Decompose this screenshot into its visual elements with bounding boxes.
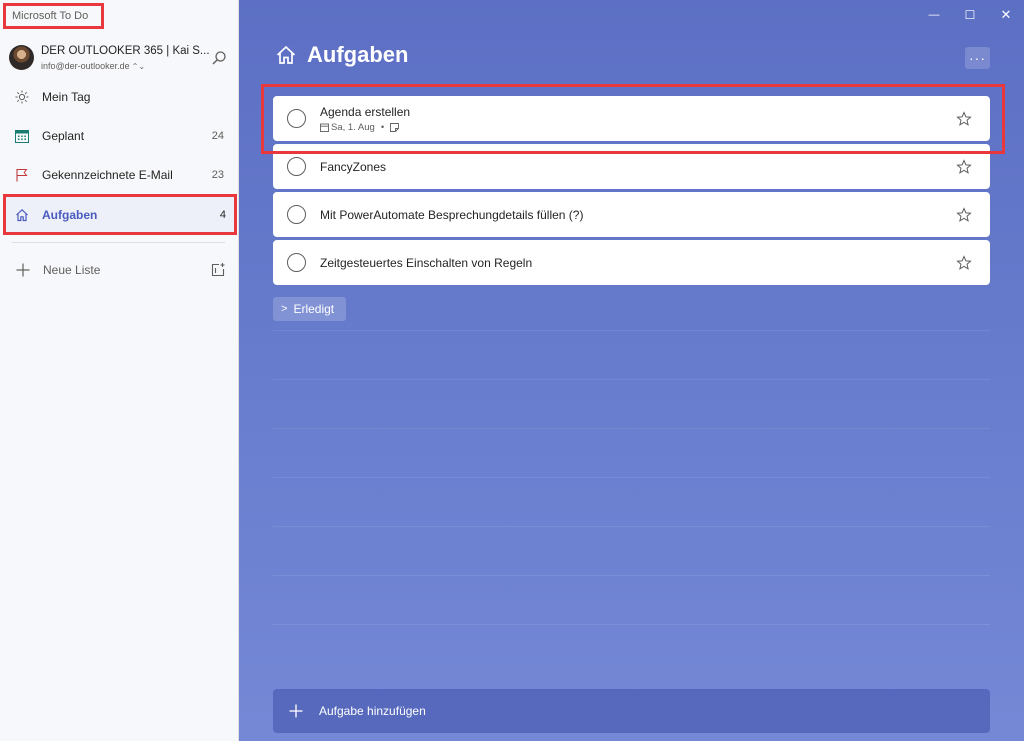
main-panel: — ☐ ✕ Aufgaben ··· Agenda erstellen Sa, … (239, 0, 1024, 741)
account-email-row: info@der-outlooker.de ⌃⌄ (41, 61, 145, 71)
sidebar-item-count: 4 (219, 208, 226, 221)
star-icon[interactable] (956, 254, 972, 271)
task-item[interactable]: Mit PowerAutomate Besprechungdetails fül… (273, 192, 990, 237)
list-header: Aufgaben (275, 42, 408, 68)
minimize-button[interactable]: — (916, 0, 952, 30)
sidebar-item-geplant[interactable]: Geplant 24 (6, 118, 232, 154)
task-body: FancyZones (320, 160, 956, 174)
maximize-button[interactable]: ☐ (952, 0, 988, 30)
completed-label: Erledigt (293, 302, 335, 316)
task-title: Mit PowerAutomate Besprechungdetails fül… (320, 207, 584, 222)
task-title: FancyZones (320, 159, 387, 174)
account-email: info@der-outlooker.de (41, 61, 130, 71)
completed-toggle[interactable]: > Erledigt (273, 297, 346, 321)
task-meta: Sa, 1. Aug • (320, 122, 956, 133)
complete-checkbox[interactable] (287, 109, 306, 128)
star-icon[interactable] (956, 206, 972, 223)
app-title: Microsoft To Do (3, 3, 104, 29)
new-group-icon[interactable] (210, 262, 226, 278)
task-item[interactable]: Agenda erstellen Sa, 1. Aug • (273, 96, 990, 141)
task-body: Agenda erstellen Sa, 1. Aug • (320, 105, 956, 133)
sidebar-item-label: Geplant (42, 129, 85, 143)
account-name: DER OUTLOOKER 365 | Kai S... (41, 45, 210, 57)
sidebar-item-mein-tag[interactable]: Mein Tag (6, 79, 232, 115)
calendar-icon (14, 128, 30, 144)
page-title: Aufgaben (307, 42, 409, 67)
star-icon[interactable] (956, 110, 972, 127)
flag-icon (14, 167, 30, 183)
more-options-button[interactable]: ··· (965, 47, 990, 69)
sidebar: Microsoft To Do DER OUTLOOKER 365 | Kai … (0, 0, 239, 741)
task-title: Zeitgesteuertes Einschalten von Regeln (320, 255, 533, 270)
calendar-icon (320, 123, 329, 132)
meta-separator: • (380, 121, 385, 133)
new-list-button[interactable]: Neue Liste (6, 255, 232, 285)
sidebar-item-gekennzeichnete-e-mail[interactable]: Gekennzeichnete E-Mail 23 (6, 157, 232, 193)
task-item[interactable]: Zeitgesteuertes Einschalten von Regeln (273, 240, 990, 285)
note-icon (390, 122, 400, 132)
search-icon[interactable] (211, 50, 227, 66)
home-icon (14, 207, 30, 223)
sun-icon (14, 89, 30, 105)
account-chevron-icon: ⌃⌄ (131, 62, 146, 71)
complete-checkbox[interactable] (287, 157, 306, 176)
add-task-input[interactable]: Aufgabe hinzufügen (273, 689, 990, 733)
sidebar-item-label: Aufgaben (42, 207, 98, 222)
window-controls: — ☐ ✕ (916, 0, 1024, 30)
sidebar-divider (12, 242, 225, 243)
task-body: Mit PowerAutomate Besprechungdetails fül… (320, 208, 956, 222)
background-lines (273, 330, 990, 673)
sidebar-item-aufgaben[interactable]: Aufgaben 4 (3, 194, 237, 235)
task-title: Agenda erstellen (320, 104, 411, 119)
star-icon[interactable] (956, 158, 972, 175)
chevron-right-icon: > (281, 303, 288, 315)
plus-icon (289, 704, 303, 718)
close-button[interactable]: ✕ (988, 0, 1024, 30)
add-task-label: Aufgabe hinzufügen (319, 704, 426, 718)
sidebar-item-count: 23 (211, 169, 224, 181)
complete-checkbox[interactable] (287, 253, 306, 272)
task-item[interactable]: FancyZones (273, 144, 990, 189)
complete-checkbox[interactable] (287, 205, 306, 224)
task-body: Zeitgesteuertes Einschalten von Regeln (320, 256, 956, 270)
avatar (9, 45, 34, 70)
sidebar-item-label: Mein Tag (42, 90, 91, 104)
sidebar-item-label: Gekennzeichnete E-Mail (42, 168, 173, 182)
task-due-date: Sa, 1. Aug (331, 121, 375, 133)
plus-icon (16, 263, 30, 277)
account-switcher[interactable]: DER OUTLOOKER 365 | Kai S... info@der-ou… (9, 43, 231, 73)
home-icon (276, 45, 296, 64)
sidebar-item-count: 24 (211, 130, 224, 142)
new-list-label: Neue Liste (43, 263, 101, 277)
